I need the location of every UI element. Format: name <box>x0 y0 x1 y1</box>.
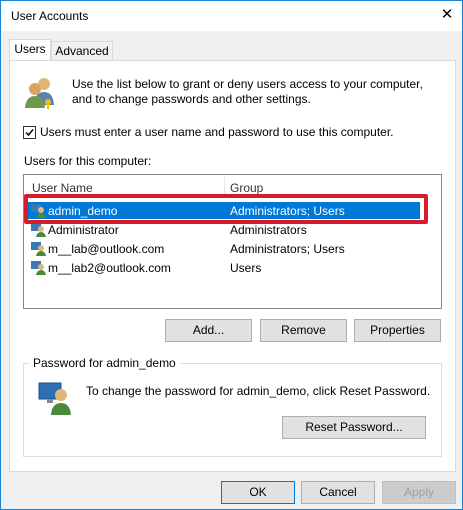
intro-text-line2: and to change passwords and other settin… <box>72 92 311 106</box>
user-icon <box>30 259 46 278</box>
user-name-cell: Administrator <box>48 223 119 237</box>
user-name-cell: m__lab2@outlook.com <box>48 261 171 275</box>
group-cell: Users <box>230 261 262 275</box>
add-button[interactable]: Add... <box>165 319 252 342</box>
password-group-title: Password for admin_demo <box>29 356 180 370</box>
tab-advanced-label: Advanced <box>55 44 109 58</box>
require-password-checkbox[interactable] <box>23 126 36 139</box>
window-title: User Accounts <box>11 9 89 23</box>
column-header-user-name[interactable]: User Name <box>32 181 93 195</box>
user-icon <box>30 240 46 259</box>
password-help-text: To change the password for admin_demo, c… <box>86 384 431 398</box>
close-icon[interactable]: ✕ <box>437 5 457 25</box>
user-monitor-icon <box>37 381 73 418</box>
tab-advanced[interactable]: Advanced <box>51 41 113 61</box>
checkmark-icon <box>25 129 34 137</box>
intro-text-line1: Use the list below to grant or deny user… <box>72 77 423 91</box>
users-group-icon <box>24 75 58 112</box>
require-password-label: Users must enter a user name and passwor… <box>40 125 394 139</box>
cancel-button[interactable]: Cancel <box>301 481 375 504</box>
properties-button[interactable]: Properties <box>354 319 441 342</box>
tab-users-label: Users <box>14 42 46 56</box>
group-cell: Administrators; Users <box>230 242 345 256</box>
reset-password-button[interactable]: Reset Password... <box>282 416 426 439</box>
user-accounts-window: User Accounts ✕ Users Advanced Use the l… <box>0 0 463 510</box>
highlight-box <box>24 194 428 224</box>
column-header-group[interactable]: Group <box>230 181 263 195</box>
tab-users[interactable]: Users <box>9 39 51 61</box>
password-group <box>23 363 442 457</box>
title-bar[interactable]: User Accounts ✕ <box>1 1 462 31</box>
users-for-computer-label: Users for this computer: <box>24 154 152 168</box>
ok-button[interactable]: OK <box>221 481 295 504</box>
user-name-cell: m__lab@outlook.com <box>48 242 165 256</box>
remove-button[interactable]: Remove <box>260 319 347 342</box>
apply-button[interactable]: Apply <box>382 481 456 504</box>
group-cell: Administrators <box>230 223 307 237</box>
